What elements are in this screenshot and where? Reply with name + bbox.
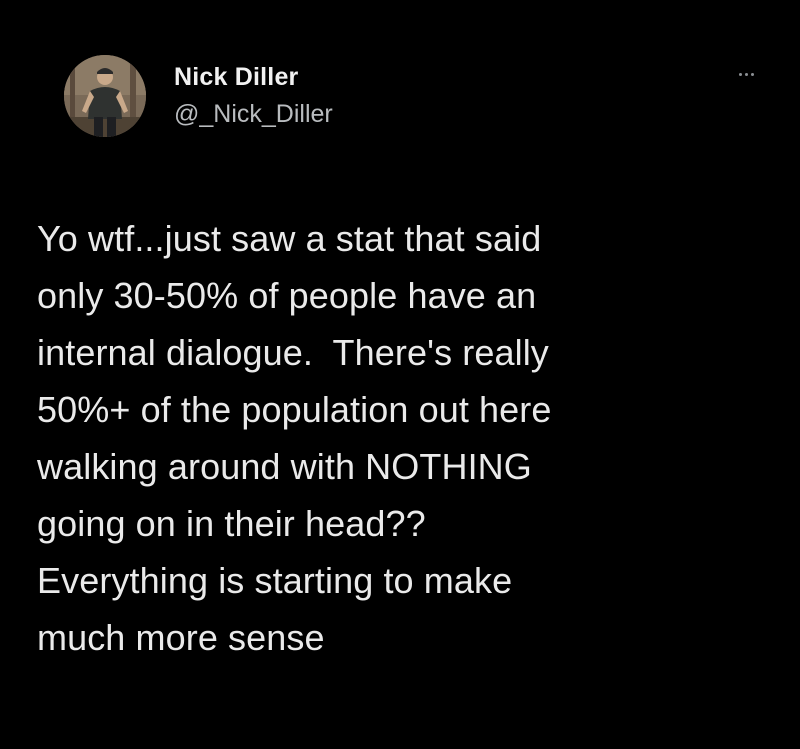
tweet-card: Nick Diller @_Nick_Diller Yo wtf...just … [0,0,800,749]
tweet-header: Nick Diller @_Nick_Diller [64,44,333,148]
more-horizontal-icon [750,72,754,76]
more-horizontal-icon [744,72,748,76]
tweet-text: Yo wtf...just saw a stat that said only … [37,218,552,658]
author-handle[interactable]: @_Nick_Diller [174,97,333,131]
avatar[interactable] [64,55,146,137]
user-photo-avatar-icon [64,55,146,137]
more-options-button[interactable] [728,64,764,84]
author-display-name[interactable]: Nick Diller [174,61,333,93]
more-horizontal-icon [738,72,742,76]
author-identity: Nick Diller @_Nick_Diller [174,61,333,131]
